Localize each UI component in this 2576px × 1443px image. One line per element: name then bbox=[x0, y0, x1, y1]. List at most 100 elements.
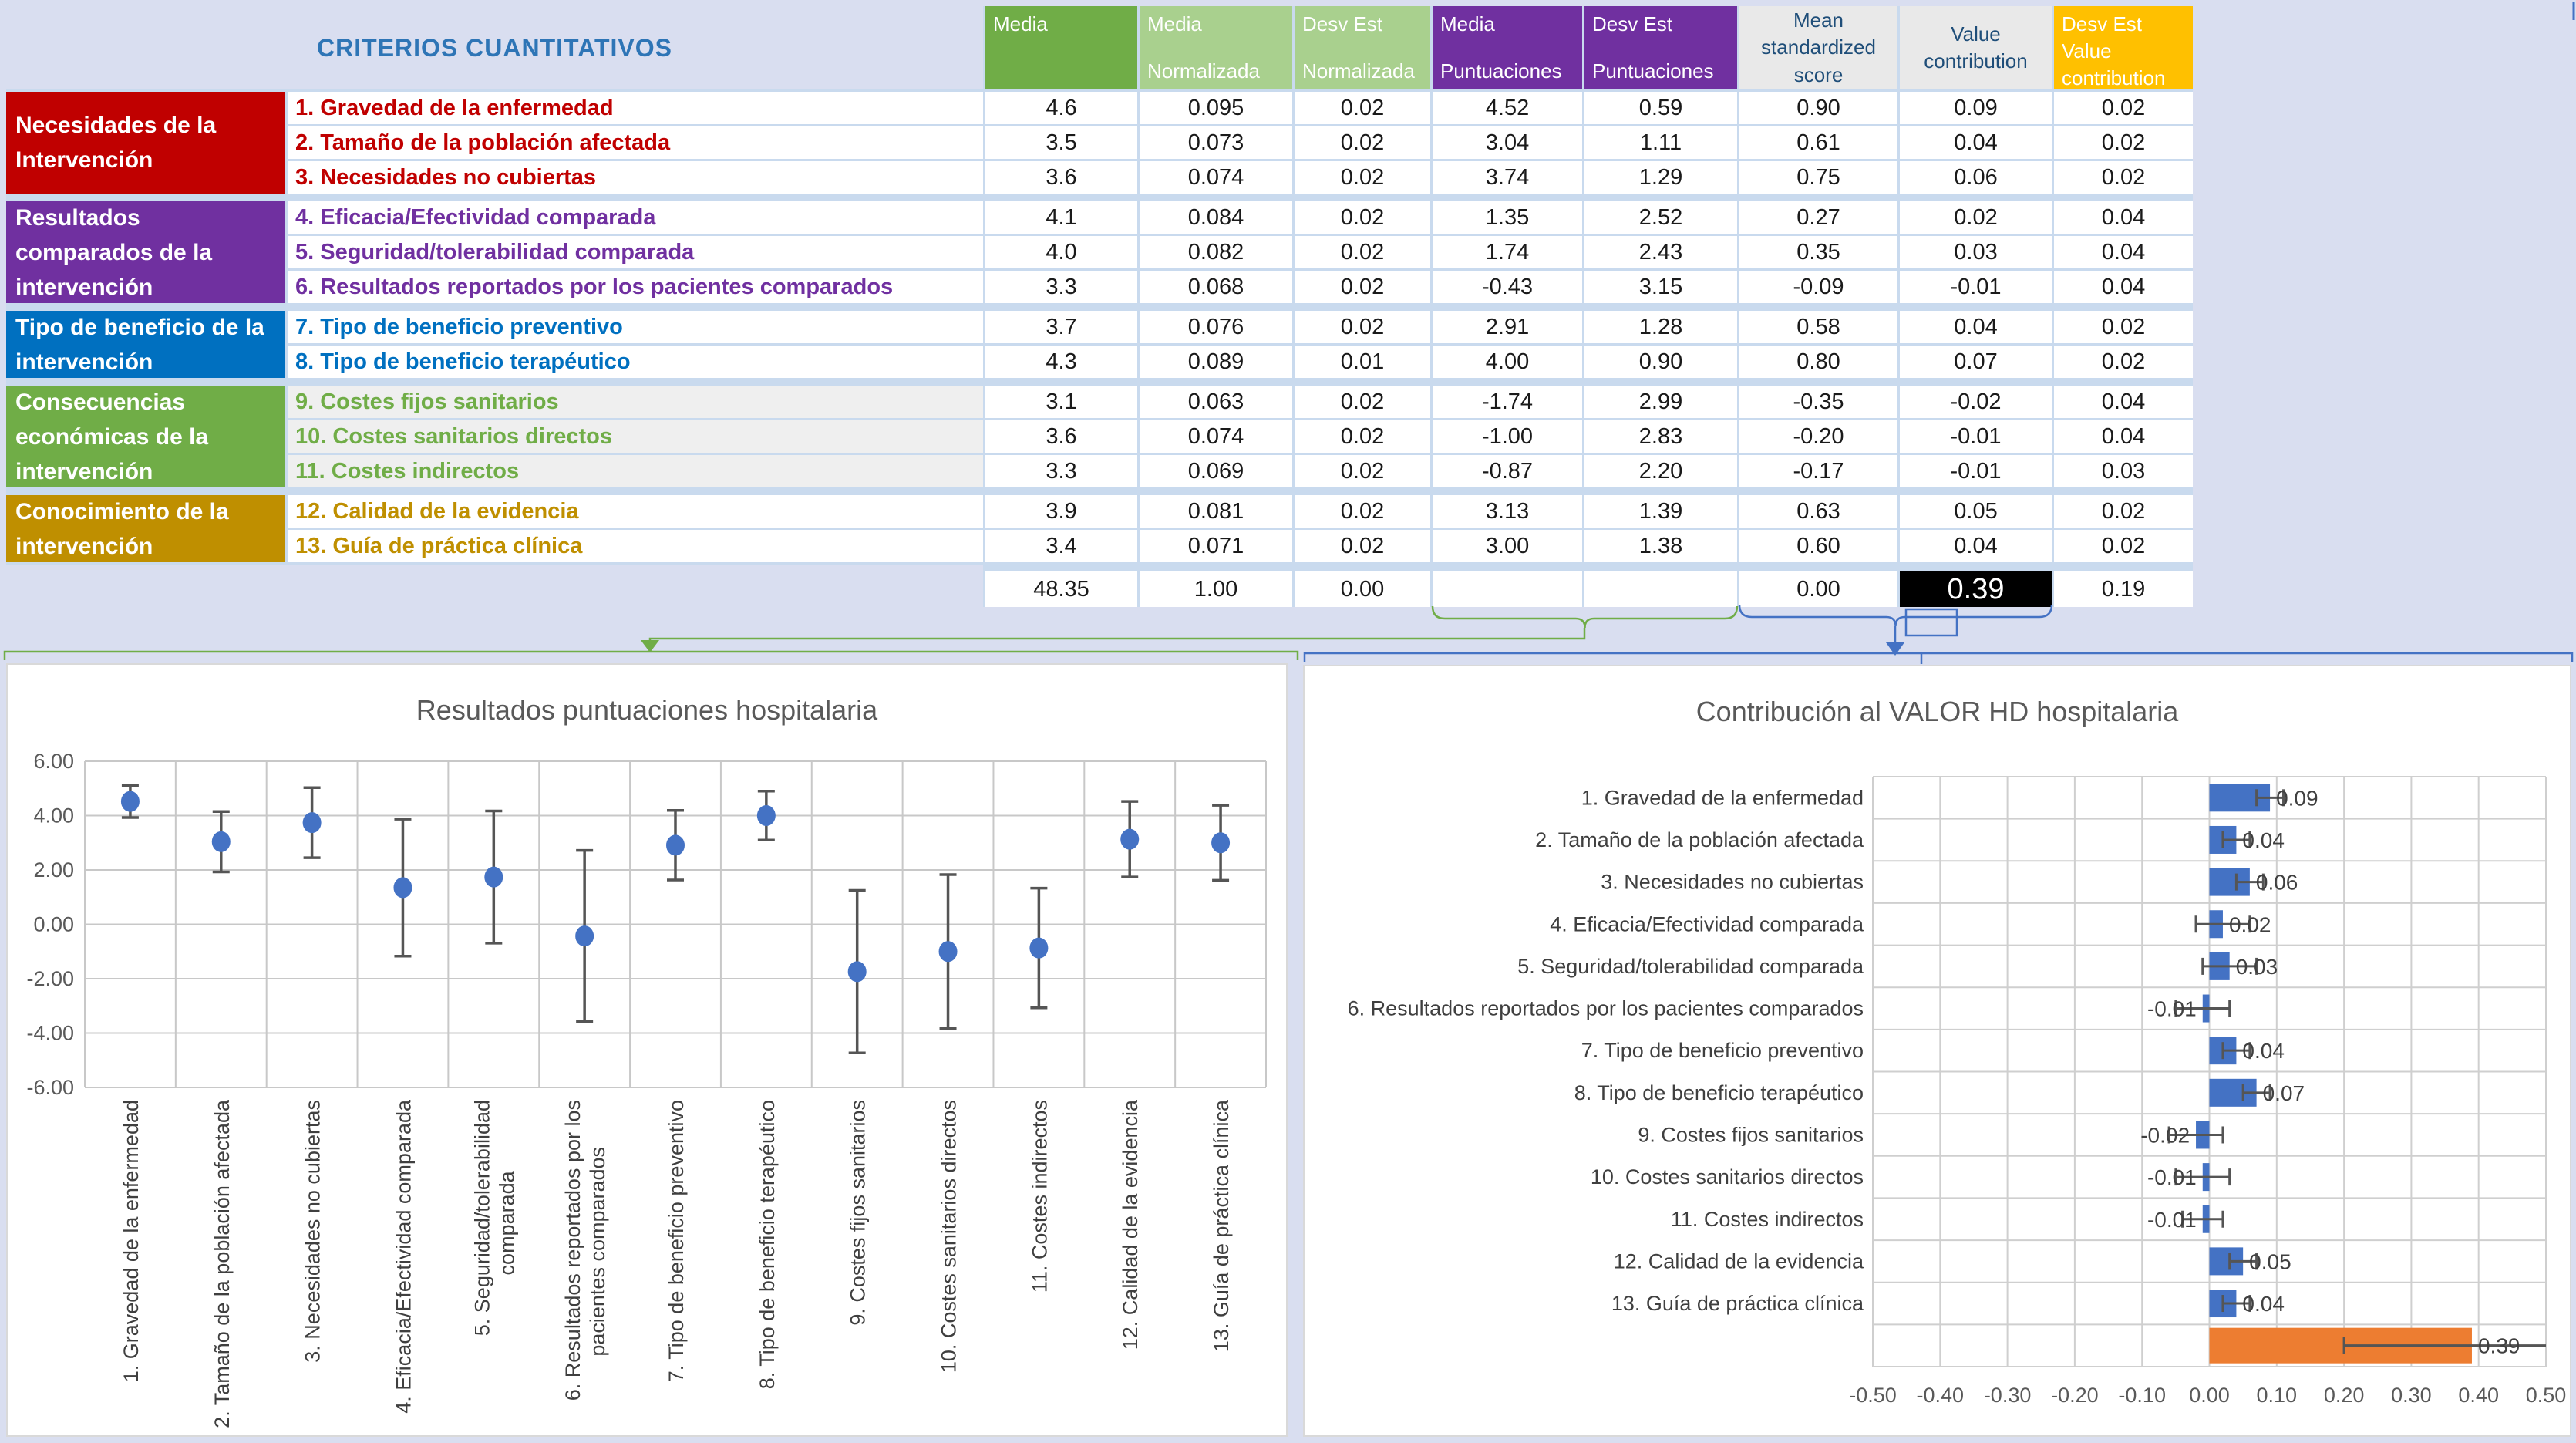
value-cell[interactable]: 3.1 bbox=[985, 386, 1137, 418]
value-cell[interactable]: 0.082 bbox=[1140, 236, 1292, 268]
category-cell-2[interactable]: Resultados comparados de la intervención bbox=[6, 201, 285, 303]
value-cell[interactable]: 0.01 bbox=[1295, 346, 1430, 378]
value-cell[interactable]: 0.04 bbox=[1900, 530, 2052, 562]
value-cell[interactable]: 0.04 bbox=[1900, 311, 2052, 343]
value-cell[interactable]: 0.04 bbox=[1900, 126, 2052, 159]
column-header[interactable]: Desv EstPuntuaciones bbox=[1584, 6, 1737, 89]
value-cell[interactable]: 1.38 bbox=[1584, 530, 1737, 562]
value-cell[interactable]: -0.01 bbox=[1900, 271, 2052, 303]
total-cell[interactable]: 0.00 bbox=[1739, 571, 1897, 607]
category-cell-4[interactable]: Consecuencias económicas de la intervenc… bbox=[6, 386, 285, 487]
value-cell[interactable]: 0.90 bbox=[1739, 92, 1897, 124]
criterion-cell[interactable]: 3. Necesidades no cubiertas bbox=[288, 161, 983, 194]
criterion-cell[interactable]: 10. Costes sanitarios directos bbox=[288, 420, 983, 453]
value-cell[interactable]: 3.6 bbox=[985, 420, 1137, 453]
value-cell[interactable]: 0.02 bbox=[2054, 530, 2193, 562]
criterion-cell[interactable]: 6. Resultados reportados por los pacient… bbox=[288, 271, 983, 303]
value-cell[interactable]: 2.20 bbox=[1584, 455, 1737, 487]
value-cell[interactable]: 0.05 bbox=[1900, 495, 2052, 528]
value-cell[interactable]: 0.02 bbox=[1295, 236, 1430, 268]
value-cell[interactable]: 4.52 bbox=[1433, 92, 1582, 124]
value-cell[interactable]: 0.02 bbox=[2054, 495, 2193, 528]
column-header[interactable]: MediaNormalizada bbox=[1140, 6, 1292, 89]
value-cell[interactable]: 0.27 bbox=[1739, 201, 1897, 234]
value-cell[interactable]: -1.74 bbox=[1433, 386, 1582, 418]
value-cell[interactable]: 0.071 bbox=[1140, 530, 1292, 562]
total-cell[interactable]: 0.00 bbox=[1295, 571, 1430, 607]
value-cell[interactable]: -0.35 bbox=[1739, 386, 1897, 418]
value-cell[interactable]: 1.74 bbox=[1433, 236, 1582, 268]
scores-chart-panel[interactable]: Resultados puntuaciones hospitalaria 6.0… bbox=[6, 663, 1288, 1437]
value-cell[interactable]: 4.0 bbox=[985, 236, 1137, 268]
value-cell[interactable]: 0.04 bbox=[2054, 420, 2193, 453]
value-cell[interactable]: 0.80 bbox=[1739, 346, 1897, 378]
column-header[interactable]: Media bbox=[985, 6, 1137, 89]
value-cell[interactable]: 0.02 bbox=[2054, 92, 2193, 124]
value-cell[interactable]: 0.02 bbox=[1295, 201, 1430, 234]
value-cell[interactable]: 0.04 bbox=[2054, 271, 2193, 303]
column-header[interactable]: Desv EstValuecontribution bbox=[2054, 6, 2193, 89]
criterion-cell[interactable]: 12. Calidad de la evidencia bbox=[288, 495, 983, 528]
value-cell[interactable]: 4.00 bbox=[1433, 346, 1582, 378]
value-cell[interactable]: 0.09 bbox=[1900, 92, 2052, 124]
value-cell[interactable]: 2.83 bbox=[1584, 420, 1737, 453]
value-cell[interactable]: 3.04 bbox=[1433, 126, 1582, 159]
criterion-cell[interactable]: 4. Eficacia/Efectividad comparada bbox=[288, 201, 983, 234]
value-cell[interactable]: 0.63 bbox=[1739, 495, 1897, 528]
value-cell[interactable]: -0.20 bbox=[1739, 420, 1897, 453]
value-cell[interactable]: 0.60 bbox=[1739, 530, 1897, 562]
criterion-cell[interactable]: 8. Tipo de beneficio terapéutico bbox=[288, 346, 983, 378]
value-cell[interactable]: 0.063 bbox=[1140, 386, 1292, 418]
criterion-cell[interactable]: 9. Costes fijos sanitarios bbox=[288, 386, 983, 418]
value-cell[interactable]: 0.35 bbox=[1739, 236, 1897, 268]
value-cell[interactable]: 3.15 bbox=[1584, 271, 1737, 303]
value-cell[interactable]: 0.06 bbox=[1900, 161, 2052, 194]
value-cell[interactable]: 0.02 bbox=[2054, 311, 2193, 343]
value-cell[interactable]: 4.6 bbox=[985, 92, 1137, 124]
value-cell[interactable]: 2.43 bbox=[1584, 236, 1737, 268]
value-cell[interactable]: 3.3 bbox=[985, 455, 1137, 487]
value-cell[interactable]: 1.39 bbox=[1584, 495, 1737, 528]
value-cell[interactable]: 0.02 bbox=[1295, 271, 1430, 303]
value-cell[interactable]: 0.90 bbox=[1584, 346, 1737, 378]
value-cell[interactable]: 1.29 bbox=[1584, 161, 1737, 194]
value-cell[interactable]: 0.04 bbox=[2054, 201, 2193, 234]
value-cell[interactable]: -0.01 bbox=[1900, 420, 2052, 453]
value-cell[interactable]: 0.073 bbox=[1140, 126, 1292, 159]
value-cell[interactable]: 1.28 bbox=[1584, 311, 1737, 343]
value-cell[interactable]: -0.43 bbox=[1433, 271, 1582, 303]
value-cell[interactable]: 0.58 bbox=[1739, 311, 1897, 343]
value-cell[interactable]: 0.02 bbox=[1295, 126, 1430, 159]
value-cell[interactable]: 1.11 bbox=[1584, 126, 1737, 159]
value-cell[interactable]: 3.5 bbox=[985, 126, 1137, 159]
value-cell[interactable]: 3.4 bbox=[985, 530, 1137, 562]
category-cell-1[interactable]: Necesidades de la Intervención bbox=[6, 92, 285, 194]
criterion-cell[interactable]: 5. Seguridad/tolerabilidad comparada bbox=[288, 236, 983, 268]
value-cell[interactable]: -0.02 bbox=[1900, 386, 2052, 418]
category-cell-3[interactable]: Tipo de beneficio de la intervención bbox=[6, 311, 285, 378]
total-cell[interactable]: 48.35 bbox=[985, 571, 1137, 607]
category-cell-5[interactable]: Conocimiento de la intervención bbox=[6, 495, 285, 562]
value-cell[interactable]: 0.089 bbox=[1140, 346, 1292, 378]
value-cell[interactable]: 0.074 bbox=[1140, 161, 1292, 194]
criterion-cell[interactable]: 11. Costes indirectos bbox=[288, 455, 983, 487]
value-cell[interactable]: -1.00 bbox=[1433, 420, 1582, 453]
value-cell[interactable]: -0.87 bbox=[1433, 455, 1582, 487]
value-cell[interactable]: 3.3 bbox=[985, 271, 1137, 303]
total-cell[interactable]: 1.00 bbox=[1140, 571, 1292, 607]
value-cell[interactable]: 3.6 bbox=[985, 161, 1137, 194]
column-header[interactable]: Desv EstNormalizada bbox=[1295, 6, 1430, 89]
criterion-cell[interactable]: 1. Gravedad de la enfermedad bbox=[288, 92, 983, 124]
value-cell[interactable]: 0.02 bbox=[2054, 161, 2193, 194]
scores-scatter-chart[interactable]: 6.004.002.000.00-2.00-4.00-6.001. Graved… bbox=[8, 665, 1286, 1435]
value-cell[interactable]: 0.04 bbox=[2054, 386, 2193, 418]
value-cell[interactable]: 0.02 bbox=[2054, 346, 2193, 378]
total-cell[interactable]: 0.19 bbox=[2054, 571, 2193, 607]
value-cell[interactable]: 0.095 bbox=[1140, 92, 1292, 124]
value-cell[interactable]: 0.07 bbox=[1900, 346, 2052, 378]
value-cell[interactable]: 0.61 bbox=[1739, 126, 1897, 159]
value-cell[interactable]: 0.02 bbox=[1900, 201, 2052, 234]
value-cell[interactable]: 2.91 bbox=[1433, 311, 1582, 343]
value-cell[interactable]: 0.068 bbox=[1140, 271, 1292, 303]
value-cell[interactable]: 0.074 bbox=[1140, 420, 1292, 453]
